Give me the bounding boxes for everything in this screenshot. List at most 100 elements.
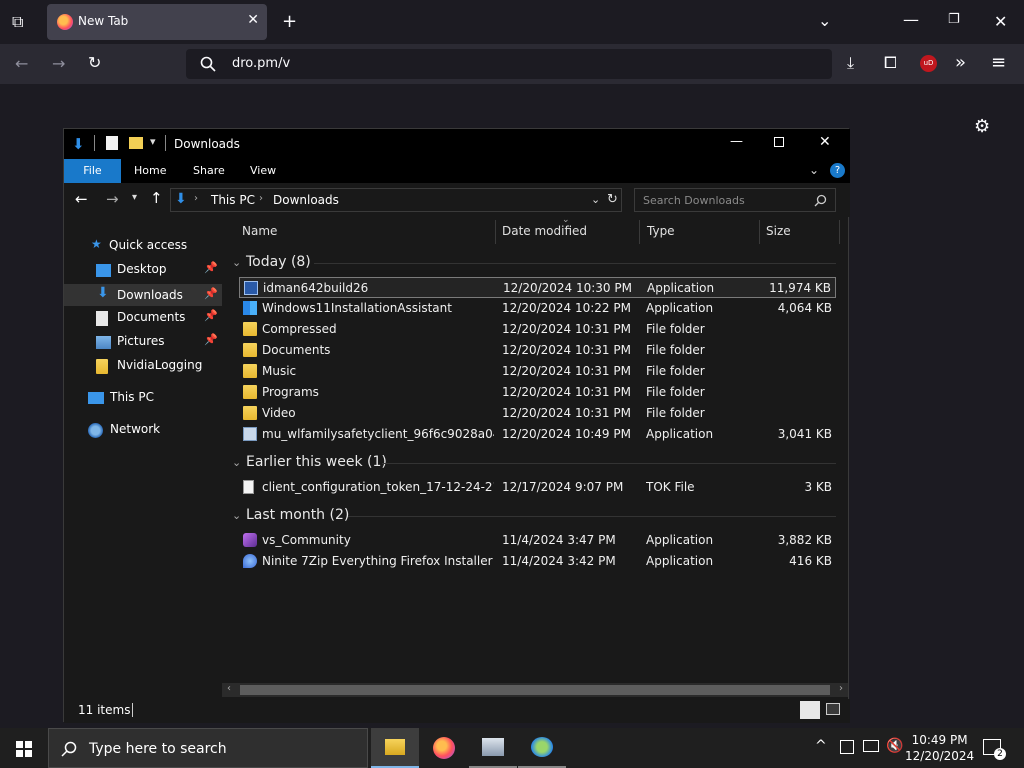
tab-share[interactable]: Share — [193, 164, 225, 177]
pin-icon[interactable]: 📌 — [204, 287, 218, 300]
table-row[interactable]: idman642build26 12/20/2024 10:30 PM Appl… — [239, 277, 836, 298]
address-history-chevron-icon[interactable]: ⌄ — [591, 193, 600, 206]
title-divider — [94, 135, 95, 151]
scrollbar-thumb[interactable] — [240, 685, 830, 695]
explorer-minimize-icon[interactable]: — — [730, 134, 743, 149]
up-icon[interactable]: ↑ — [150, 189, 163, 207]
tab-home[interactable]: Home — [134, 164, 166, 177]
downloads-icon[interactable]: ⤓ — [847, 53, 854, 73]
search-downloads-field[interactable]: Search Downloads — [634, 188, 836, 212]
column-header-date[interactable]: Date modified — [502, 224, 587, 238]
details-view-icon[interactable] — [800, 701, 820, 719]
table-row[interactable]: Music 12/20/2024 10:31 PM File folder — [239, 361, 836, 382]
recent-locations-chevron-icon[interactable]: ▾ — [132, 192, 137, 203]
table-row[interactable]: Video 12/20/2024 10:31 PM File folder — [239, 403, 836, 424]
taskbar-firefox[interactable] — [420, 728, 468, 768]
address-bar[interactable]: ⬇ › This PC › Downloads ⌄ ↻ — [170, 188, 622, 212]
breadcrumb-downloads[interactable]: Downloads — [273, 193, 339, 207]
column-separator[interactable] — [495, 220, 496, 244]
maximize-icon[interactable] — [774, 137, 784, 147]
sidebar-item-this-pc[interactable]: This PC — [88, 388, 220, 410]
explorer-close-icon[interactable]: ✕ — [819, 134, 831, 150]
sidebar-item-desktop[interactable]: Desktop 📌 — [96, 260, 220, 282]
gear-icon[interactable]: ⚙ — [974, 116, 990, 137]
taskbar-app-installer[interactable] — [469, 728, 517, 768]
table-row[interactable]: Documents 12/20/2024 10:31 PM File folde… — [239, 340, 836, 361]
volume-muted-icon[interactable]: 🔇 — [886, 738, 903, 754]
scroll-right-icon[interactable]: › — [839, 683, 843, 694]
list-tabs-chevron-icon[interactable]: ⌄ — [818, 11, 831, 30]
column-separator[interactable] — [639, 220, 640, 244]
extensions-icon[interactable]: ⧠ — [884, 53, 897, 73]
reload-icon[interactable]: ↻ — [88, 53, 101, 72]
minimize-icon[interactable]: — — [903, 10, 919, 29]
ublock-origin-icon[interactable]: uD — [920, 55, 937, 72]
tab-title: New Tab — [78, 14, 129, 28]
collapse-chevron-icon[interactable]: ⌄ — [232, 509, 241, 522]
tab-new-tab[interactable]: New Tab ✕ — [47, 4, 267, 40]
table-row[interactable]: client_configuration_token_17-12-24-21-.… — [239, 477, 836, 498]
taskbar-network-app[interactable] — [518, 728, 566, 768]
network-status-icon[interactable] — [863, 740, 879, 752]
close-tab-icon[interactable]: ✕ — [247, 12, 259, 28]
column-header-size[interactable]: Size — [766, 224, 791, 238]
sidebar-item-network[interactable]: Network — [88, 420, 220, 442]
file-type: Application — [646, 554, 714, 568]
taskbar-file-explorer[interactable] — [371, 728, 419, 768]
table-row[interactable]: Ninite 7Zip Everything Firefox Installer… — [239, 551, 836, 572]
refresh-icon[interactable]: ↻ — [607, 192, 618, 207]
search-icon[interactable] — [814, 194, 827, 207]
tab-view[interactable]: View — [250, 164, 276, 177]
help-icon[interactable]: ? — [830, 163, 845, 178]
properties-icon[interactable] — [106, 136, 118, 150]
explorer-forward-icon[interactable]: → — [106, 190, 119, 208]
customize-toolbar-icon[interactable]: ▾ — [150, 135, 156, 148]
sidebar-item-downloads[interactable]: ⬇ Downloads 📌 — [64, 284, 222, 306]
column-separator[interactable] — [759, 220, 760, 244]
expand-ribbon-chevron-icon[interactable]: ⌄ — [809, 163, 819, 177]
sidebar-item-pictures[interactable]: Pictures 📌 — [96, 332, 220, 354]
file-type: TOK File — [646, 480, 695, 494]
group-header[interactable]: Earlier this week (1) — [246, 454, 387, 470]
forward-icon[interactable]: → — [52, 54, 65, 73]
table-row[interactable]: mu_wlfamilysafetyclient_96f6c9028a049a..… — [239, 424, 836, 445]
tab-file[interactable]: File — [64, 159, 121, 183]
table-row[interactable]: Windows11InstallationAssistant 12/20/202… — [239, 298, 836, 319]
pin-icon[interactable]: 📌 — [204, 309, 218, 322]
collapse-chevron-icon[interactable]: ⌄ — [232, 256, 241, 269]
menu-icon[interactable]: ≡ — [991, 52, 1006, 73]
breadcrumb-this-pc[interactable]: This PC — [211, 193, 255, 207]
pin-icon[interactable]: 📌 — [204, 261, 218, 274]
explorer-back-icon[interactable]: ← — [75, 190, 88, 208]
group-header[interactable]: Last month (2) — [246, 507, 349, 523]
collapse-chevron-icon[interactable]: ⌄ — [232, 456, 241, 469]
column-separator[interactable] — [839, 220, 840, 244]
security-icon[interactable] — [840, 740, 854, 754]
column-header-type[interactable]: Type — [647, 224, 675, 238]
restore-icon[interactable]: ❐ — [948, 12, 960, 27]
url-bar[interactable]: dro.pm/v — [186, 49, 832, 79]
scroll-left-icon[interactable]: ‹ — [227, 683, 231, 694]
table-row[interactable]: vs_Community 11/4/2024 3:47 PM Applicati… — [239, 530, 836, 551]
sidebar-item-quick-access[interactable]: ★ Quick access — [91, 236, 221, 258]
sidebar-item-documents[interactable]: Documents 📌 — [96, 308, 220, 330]
windows-start-icon[interactable] — [16, 741, 32, 757]
large-icons-view-icon[interactable] — [826, 703, 840, 715]
back-icon[interactable]: ← — [15, 54, 28, 73]
file-date: 12/20/2024 10:31 PM — [502, 385, 631, 399]
taskbar-clock[interactable]: 10:49 PM 12/20/2024 — [905, 732, 974, 764]
more-tools-icon[interactable]: » — [955, 52, 966, 73]
pin-icon[interactable]: 📌 — [204, 333, 218, 346]
new-tab-icon[interactable]: + — [282, 11, 297, 32]
horizontal-scrollbar[interactable]: ‹ › — [222, 683, 848, 697]
show-hidden-icons-chevron-icon[interactable]: ^ — [815, 738, 827, 754]
close-window-icon[interactable]: ✕ — [994, 12, 1007, 31]
group-header[interactable]: Today (8) — [246, 254, 311, 270]
table-row[interactable]: Compressed 12/20/2024 10:31 PM File fold… — [239, 319, 836, 340]
tab-overview-icon[interactable]: ⧉ — [12, 12, 23, 32]
table-row[interactable]: Programs 12/20/2024 10:31 PM File folder — [239, 382, 836, 403]
sidebar-item-nvidialogging[interactable]: NvidiaLogging — [96, 356, 220, 378]
column-header-name[interactable]: Name — [242, 224, 277, 238]
new-folder-icon[interactable] — [129, 137, 143, 149]
taskbar-search-input[interactable]: Type here to search — [48, 728, 368, 768]
